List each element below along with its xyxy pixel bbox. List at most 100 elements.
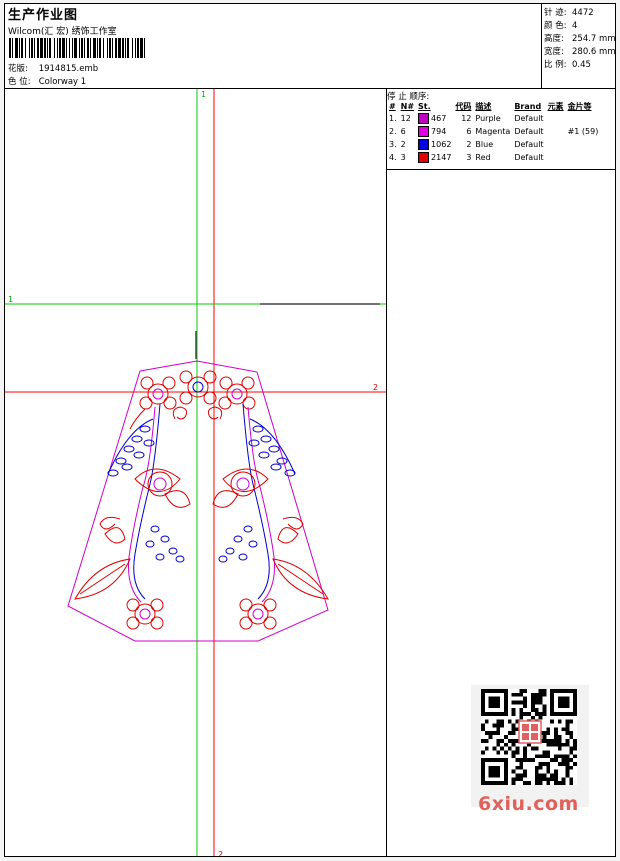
qr-module (553, 773, 558, 778)
barcode-bar (84, 38, 85, 58)
qr-module (515, 692, 520, 697)
qr-module (557, 754, 562, 759)
barcode-bar (107, 38, 108, 58)
barcode-bar (21, 38, 23, 58)
qr-module (519, 761, 524, 766)
qr-module (507, 731, 512, 736)
col-description: 描述 (475, 102, 492, 111)
qr-module (557, 735, 562, 739)
qr-module (550, 742, 554, 747)
qr-module (523, 781, 528, 785)
qr-module (496, 727, 501, 732)
qr-module (553, 781, 558, 785)
qr-module (511, 750, 516, 755)
qr-module (527, 758, 531, 762)
barcode-bar (49, 38, 51, 58)
qr-module (565, 731, 570, 736)
qr-module (569, 750, 574, 755)
qr-module (500, 719, 505, 724)
qr-module (546, 761, 551, 766)
qr-module (553, 735, 558, 739)
qr-module (481, 750, 485, 755)
qr-module (507, 719, 512, 724)
qr-module (523, 712, 528, 716)
barcode-bar (59, 38, 61, 58)
barcode-bar (81, 38, 83, 58)
qr-module (569, 735, 574, 739)
seal-stamp-icon (518, 720, 542, 744)
qr-module (511, 777, 516, 782)
qr-module (542, 692, 547, 697)
qr-module (511, 727, 516, 732)
qr-module (565, 758, 570, 762)
barcode-bar (87, 38, 89, 58)
qr-module (538, 773, 543, 778)
barcode-bar (74, 38, 77, 58)
design-outline (67, 360, 329, 642)
qr-module (542, 773, 547, 778)
barcode-bar (118, 38, 121, 58)
qr-module (550, 758, 554, 762)
guide-label-h1: 1 (8, 295, 13, 304)
qr-module (565, 765, 570, 770)
stop-sequence-table: # N# St. 代码 描述 Brand 元素 金片等 1. 12 467 12… (387, 101, 600, 164)
qr-module (523, 704, 528, 709)
col-element: 元素 (547, 102, 564, 111)
color-swatch (418, 126, 430, 137)
qr-module (530, 704, 535, 709)
qr-module (546, 750, 551, 755)
barcode-bar (15, 38, 18, 58)
qr-module (519, 708, 524, 713)
qr-module (542, 754, 547, 759)
colorway-label: 色 位: (8, 77, 31, 87)
qr-module (534, 746, 539, 751)
production-sheet: 生产作业图 Wilcom(汇 宏) 绣饰工作室 花版: 1914815.emb … (4, 3, 616, 857)
qr-module (565, 769, 570, 774)
qr-module (484, 746, 489, 751)
qr-module (542, 761, 547, 766)
guide-label-h2: 2 (373, 383, 378, 392)
qr-module (496, 723, 501, 728)
table-row: 4. 3 2147 3 Red Default (389, 152, 544, 163)
top-flowers (129, 370, 256, 430)
qr-module (484, 738, 489, 743)
qr-module (492, 746, 497, 751)
qr-module (496, 750, 501, 755)
qr-module (538, 761, 543, 766)
stat-width: 宽度: 280.6 mm (544, 47, 616, 57)
barcode-bar (127, 38, 129, 58)
qr-module (530, 692, 535, 697)
design-canvas: 1 1 2 2 (5, 89, 387, 856)
qr-module (515, 750, 520, 755)
qr-module (527, 712, 531, 716)
table-row: 3. 2 1062 2 Blue Default (389, 139, 544, 150)
barcode-bar (31, 38, 33, 58)
qr-module (534, 696, 539, 701)
qr-module (511, 712, 516, 716)
qr-module (538, 777, 543, 782)
qr-module (561, 742, 566, 747)
qr-module (515, 758, 520, 762)
qr-module (565, 742, 570, 747)
qr-module (488, 696, 501, 709)
qr-module (569, 731, 574, 736)
qr-module (504, 742, 508, 747)
qr-module (530, 696, 535, 701)
design-file-value: 1914815.emb (38, 64, 99, 74)
color-swatch (418, 152, 430, 163)
qr-module (511, 781, 516, 785)
qr-module (515, 700, 520, 705)
embroidery-preview: 1 1 2 2 (5, 89, 386, 856)
barcode-bar (37, 38, 39, 58)
qr-module (519, 777, 524, 782)
barcode-bar (122, 38, 124, 58)
qr-module (500, 723, 505, 728)
qr-module (553, 742, 558, 747)
qr-module (546, 738, 551, 743)
qr-module (484, 731, 489, 736)
qr-module (565, 761, 570, 766)
qr-module (484, 719, 489, 724)
qr-module (519, 689, 524, 693)
qr-module (523, 750, 528, 755)
stat-stitches: 针 迹: 4472 (544, 8, 594, 18)
